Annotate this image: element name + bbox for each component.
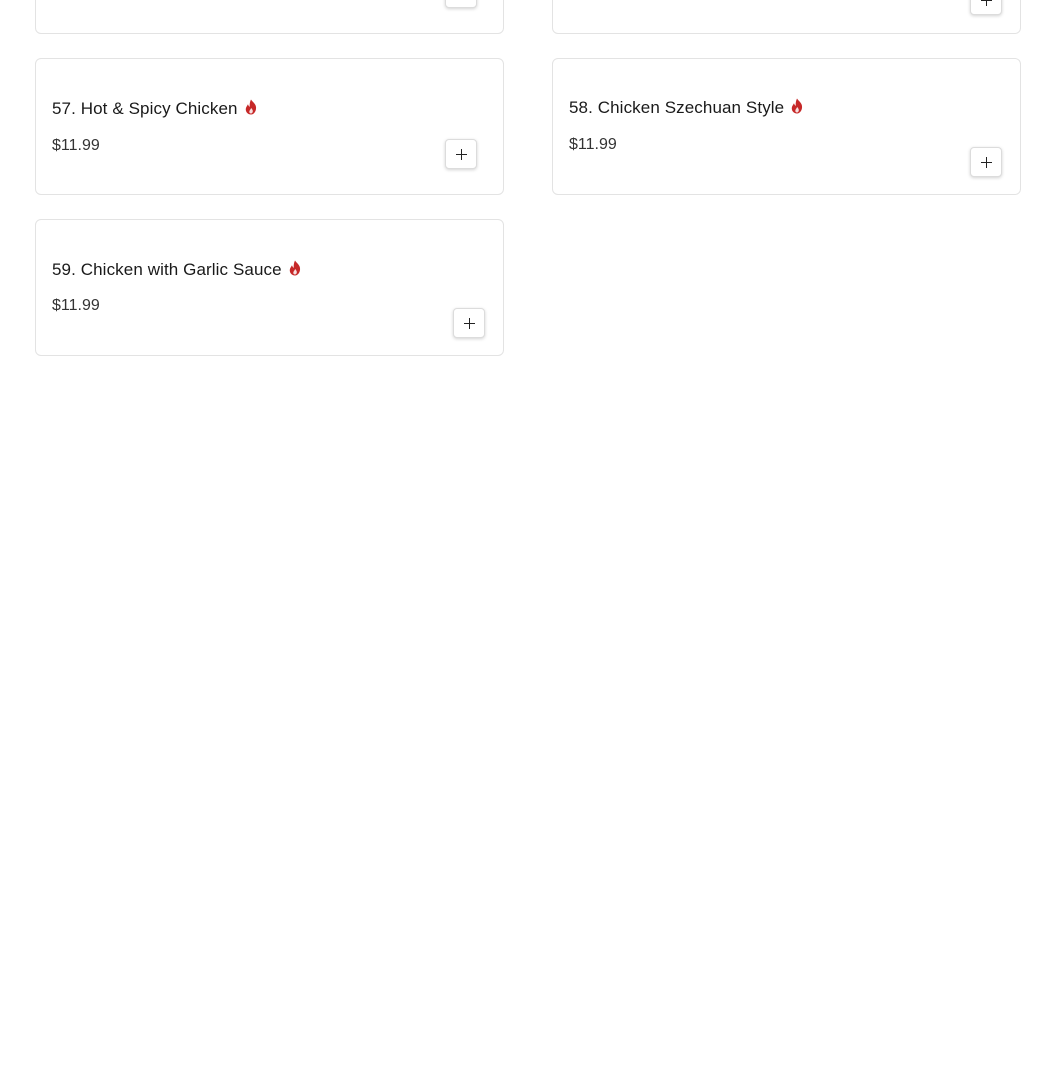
menu-item-title: 59. Chicken with Garlic Sauce: [52, 260, 302, 280]
menu-item-card[interactable]: [552, 0, 1021, 34]
menu-item-name: 57. Hot & Spicy Chicken: [52, 99, 238, 118]
add-to-cart-button[interactable]: [445, 139, 477, 169]
menu-item-title: 57. Hot & Spicy Chicken: [52, 99, 258, 119]
menu-item-price: $11.99: [52, 137, 100, 154]
menu-item-card[interactable]: 57. Hot & Spicy Chicken $11.99: [35, 58, 504, 195]
menu-item-card[interactable]: [35, 0, 504, 34]
plus-icon: [455, 148, 467, 160]
add-to-cart-button[interactable]: [453, 308, 485, 338]
menu-item-price: $11.99: [569, 136, 617, 153]
add-to-cart-button[interactable]: [970, 0, 1002, 15]
plus-icon: [980, 156, 992, 168]
menu-item-card[interactable]: 59. Chicken with Garlic Sauce $11.99: [35, 219, 504, 356]
spicy-flame-icon: [245, 99, 256, 115]
plus-icon: [980, 0, 992, 6]
plus-icon: [463, 317, 475, 329]
add-to-cart-button[interactable]: [445, 0, 477, 8]
add-to-cart-button[interactable]: [970, 147, 1002, 177]
menu-item-name: 59. Chicken with Garlic Sauce: [52, 260, 282, 279]
spicy-flame-icon: [289, 260, 300, 276]
menu-item-card[interactable]: 58. Chicken Szechuan Style $11.99: [552, 58, 1021, 195]
menu-item-title: 58. Chicken Szechuan Style: [569, 98, 804, 118]
menu-item-name: 58. Chicken Szechuan Style: [569, 98, 785, 117]
menu-item-price: $11.99: [52, 297, 100, 314]
spicy-flame-icon: [792, 98, 803, 114]
